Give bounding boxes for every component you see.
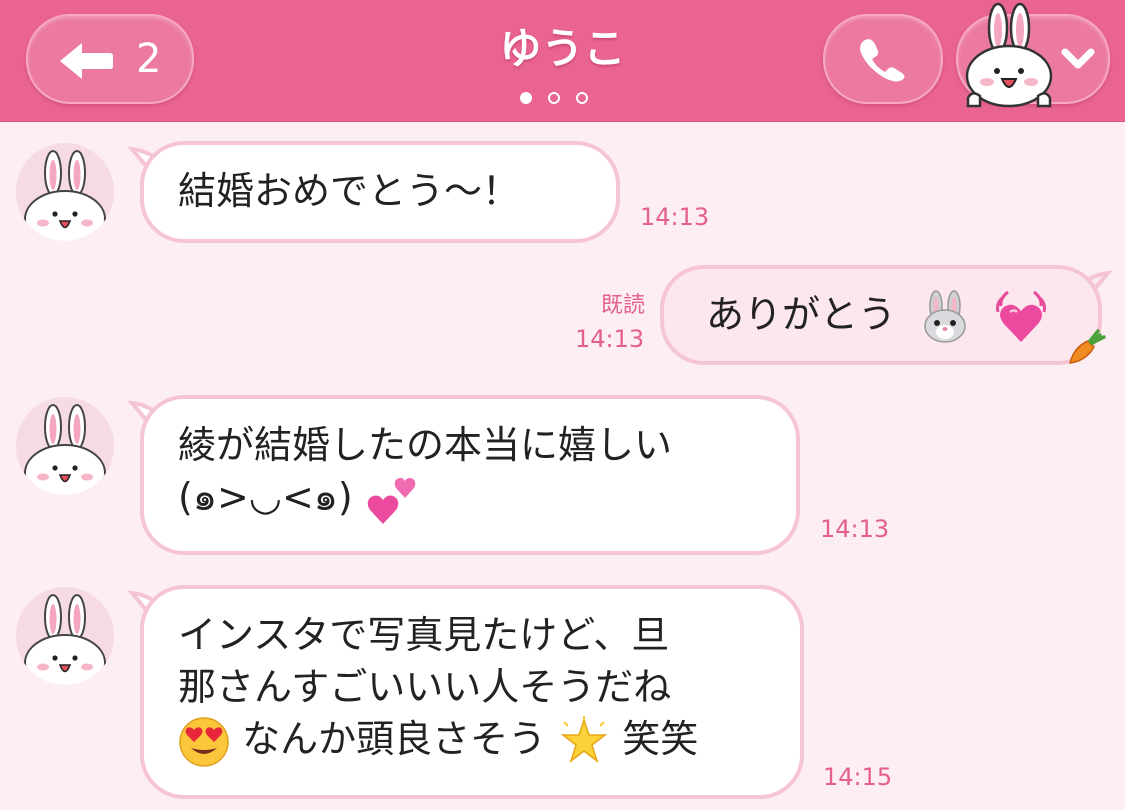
message-bubble-incoming[interactable]: インスタで写真見たけど、旦 那さんすごいいい人そうだね なんか頭良さそう 笑笑 — [140, 585, 804, 799]
message-text: 那さんすごいいい人そうだね — [178, 665, 672, 709]
read-receipt: 既読 — [600, 293, 645, 318]
page-indicator — [520, 92, 588, 104]
chevron-down-icon — [1061, 48, 1095, 69]
contact-avatar[interactable] — [16, 143, 114, 241]
message-text: なんか頭良さそう — [242, 717, 547, 761]
message-timestamp: 14:13 — [820, 515, 890, 543]
phone-icon — [860, 39, 905, 82]
bunny-avatar-icon — [16, 587, 114, 685]
bunny-mascot-icon — [965, 2, 1053, 108]
chat-header: 2 ゆうこ — [0, 0, 1125, 122]
two-hearts-icon — [367, 477, 416, 524]
message-timestamp: 14:13 — [640, 203, 710, 231]
message-text: 笑笑 — [622, 717, 699, 761]
message-text: (๑>◡<๑) — [178, 475, 353, 519]
message-text: ありがとう — [706, 292, 897, 337]
message-text: 結婚おめでとう〜！ — [178, 169, 521, 213]
message-bubble-outgoing[interactable]: ありがとう — [660, 265, 1102, 365]
call-button[interactable] — [823, 14, 943, 104]
message-bubble-incoming[interactable]: 結婚おめでとう〜！ — [140, 141, 620, 243]
heart-eyes-face-icon — [179, 716, 229, 767]
page-dot — [548, 92, 560, 104]
message-text: 綾が結婚したの本当に嬉しい — [178, 423, 673, 467]
bunny-avatar-icon — [16, 397, 114, 495]
glowing-star-icon — [560, 715, 608, 763]
rabbit-face-icon — [924, 290, 966, 343]
bunny-avatar-icon — [16, 143, 114, 241]
contact-avatar[interactable] — [16, 397, 114, 495]
beating-heart-icon — [996, 290, 1047, 342]
contact-avatar[interactable] — [16, 587, 114, 685]
page-dot — [520, 92, 532, 104]
message-text: インスタで写真見たけど、旦 — [178, 613, 670, 657]
page-dot — [576, 92, 588, 104]
carrot-sticker-icon — [1069, 329, 1106, 364]
message-timestamp: 14:13 — [575, 325, 645, 353]
message-bubble-incoming[interactable]: 綾が結婚したの本当に嬉しい (๑>◡<๑) — [140, 395, 800, 555]
message-list[interactable]: 結婚おめでとう〜！ 14:13 既読 14:13 ありがとう 綾が結婚したの本当… — [0, 121, 1125, 810]
message-timestamp: 14:15 — [823, 763, 893, 791]
